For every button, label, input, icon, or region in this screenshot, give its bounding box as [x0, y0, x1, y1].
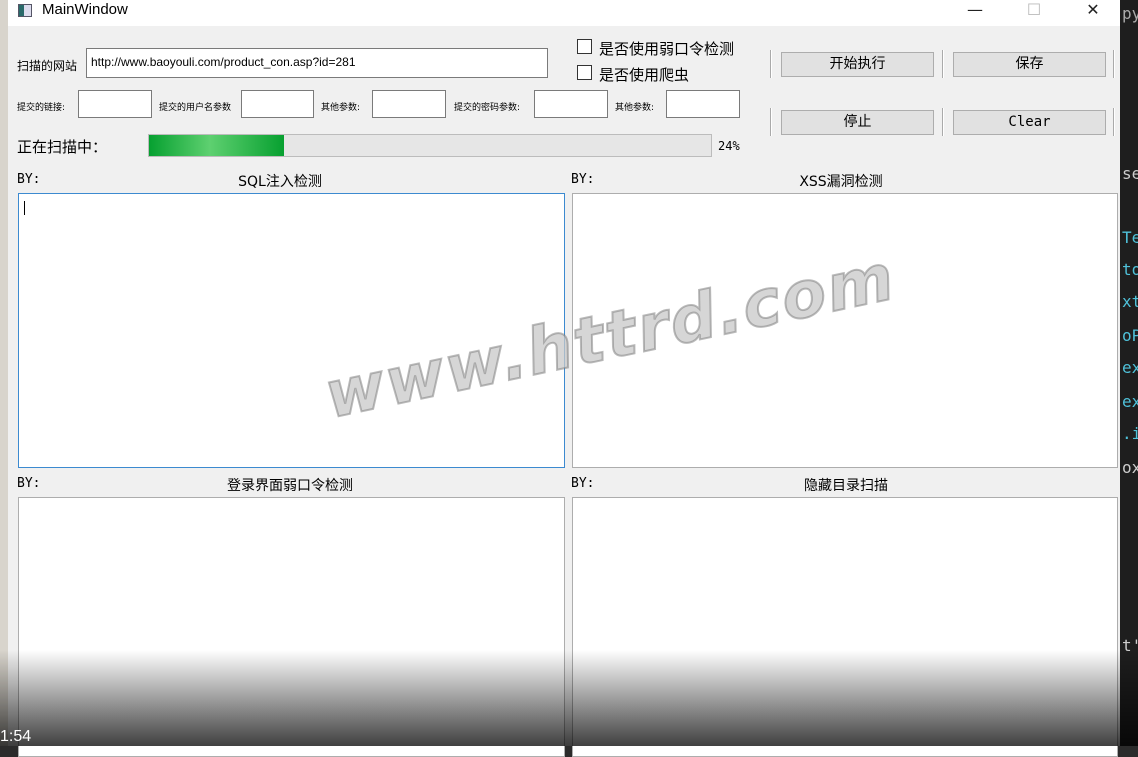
- code-fragment: oP: [1122, 326, 1138, 345]
- checkbox-label: 是否使用爬虫: [599, 66, 690, 84]
- code-fragment: to: [1122, 260, 1138, 279]
- param-input-other2[interactable]: [666, 90, 740, 118]
- scan-progress-bar: [148, 134, 712, 157]
- divider: [1113, 108, 1115, 136]
- title-bar: MainWindow — ☐ ✕: [8, 0, 1120, 26]
- code-fragment: py: [1122, 4, 1138, 23]
- clear-button[interactable]: Clear: [953, 110, 1106, 135]
- param-label-link: 提交的链接:: [17, 103, 66, 113]
- sql-by-label: BY:: [17, 172, 41, 187]
- xss-panel-title: XSS漏洞检测: [799, 174, 883, 190]
- param-input-password[interactable]: [534, 90, 608, 118]
- checkbox-box[interactable]: [577, 39, 592, 54]
- sql-panel-title: SQL注入检测: [238, 174, 322, 190]
- video-timestamp: 1:54: [0, 728, 32, 745]
- param-input-username[interactable]: [241, 90, 314, 118]
- code-fragment: ox: [1122, 458, 1138, 477]
- param-label-other1: 其他参数:: [321, 103, 361, 113]
- divider: [1113, 50, 1115, 78]
- divider: [942, 50, 944, 78]
- xss-by-label: BY:: [571, 172, 595, 187]
- code-fragment: Te: [1122, 228, 1138, 247]
- save-button[interactable]: 保存: [953, 52, 1106, 77]
- stop-button[interactable]: 停止: [781, 110, 934, 135]
- weak-password-by-label: BY:: [17, 476, 41, 491]
- text-cursor: [24, 201, 25, 215]
- param-label-password: 提交的密码参数:: [454, 103, 521, 113]
- divider: [770, 108, 772, 136]
- param-label-other2: 其他参数:: [615, 103, 655, 113]
- weak-password-panel-title: 登录界面弱口令检测: [227, 478, 353, 494]
- start-button[interactable]: 开始执行: [781, 52, 934, 77]
- checkbox-box[interactable]: [577, 65, 592, 80]
- background-window-strip: [0, 0, 8, 746]
- code-fragment: ex: [1122, 392, 1138, 411]
- divider: [770, 50, 772, 78]
- progress-percent: 24%: [718, 139, 740, 153]
- dir-scan-panel-title: 隐藏目录扫描: [804, 478, 888, 494]
- background-code-editor: py se Te to xt oP ex ex .i ox t',: [1120, 0, 1138, 746]
- code-fragment: se: [1122, 164, 1138, 183]
- minimize-button[interactable]: —: [952, 0, 998, 22]
- param-input-link[interactable]: [78, 90, 152, 118]
- param-input-other1[interactable]: [372, 90, 446, 118]
- scan-url-label: 扫描的网站: [17, 59, 78, 73]
- code-fragment: xt: [1122, 292, 1138, 311]
- app-icon: [18, 4, 32, 17]
- code-fragment: ex: [1122, 358, 1138, 377]
- divider: [942, 108, 944, 136]
- video-overlay-shade: [0, 650, 1138, 746]
- dir-scan-by-label: BY:: [571, 476, 595, 491]
- checkbox-label: 是否使用弱口令检测: [599, 40, 735, 58]
- code-fragment: .i: [1122, 424, 1138, 443]
- progress-fill: [149, 135, 284, 156]
- progress-label: 正在扫描中：: [17, 138, 108, 156]
- param-label-username: 提交的用户名参数: [159, 103, 232, 113]
- maximize-button[interactable]: ☐: [1011, 0, 1057, 22]
- scan-url-input[interactable]: http://www.baoyouli.com/product_con.asp?…: [86, 48, 548, 78]
- window-title: MainWindow: [42, 1, 128, 18]
- close-button[interactable]: ✕: [1070, 0, 1116, 22]
